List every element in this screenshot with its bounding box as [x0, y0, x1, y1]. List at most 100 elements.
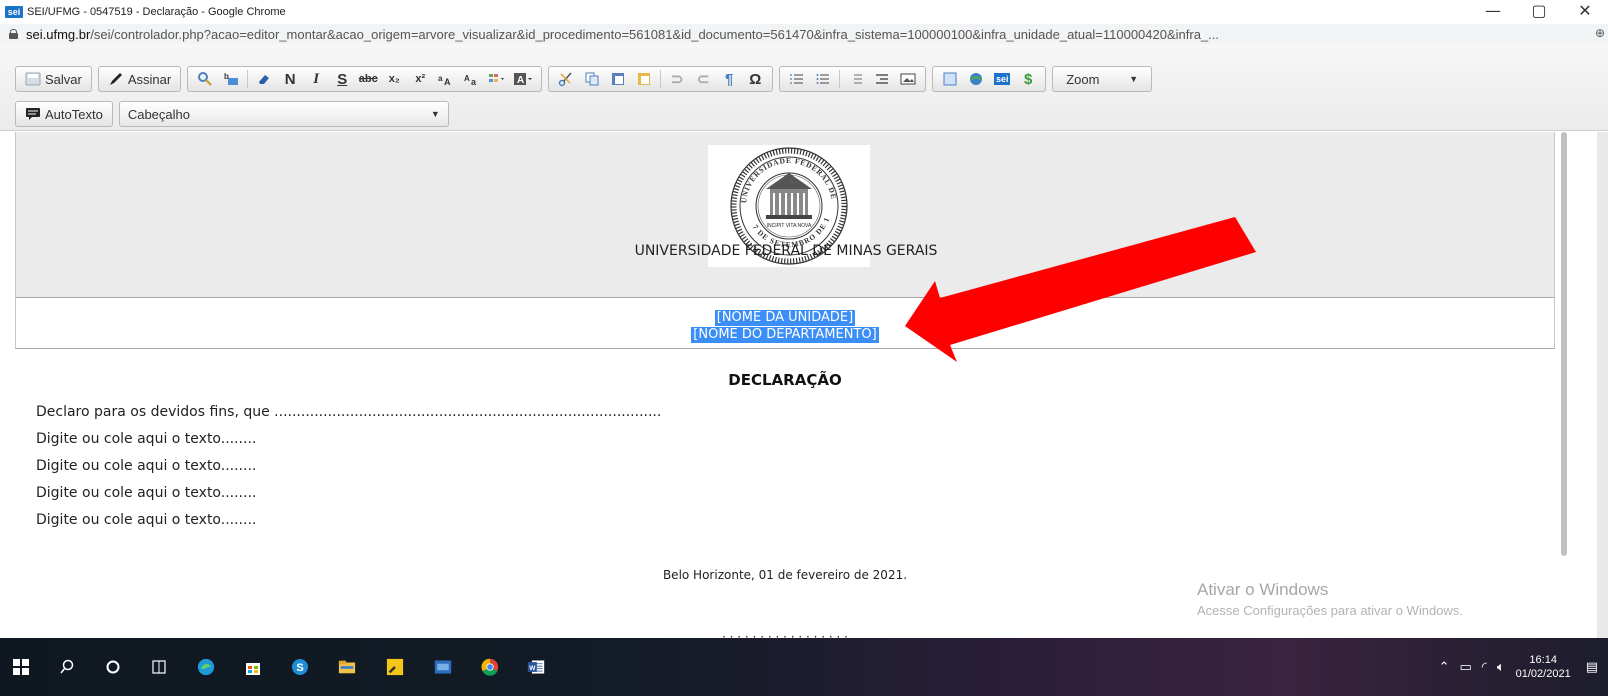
declaration-first-line[interactable]: Declaro para os devidos fins, que ......… [36, 404, 661, 420]
search-icon[interactable] [58, 658, 76, 676]
url-text[interactable]: sei.ufmg.br/sei/controlador.php?acao=edi… [26, 27, 1219, 42]
unit-placeholder[interactable]: [NOME DA UNIDADE] [714, 310, 856, 326]
body-line[interactable]: Digite ou cole aqui o texto........ [36, 512, 256, 528]
save-icon [25, 72, 41, 86]
sign-group: Assinar [97, 66, 182, 92]
svg-text:A: A [517, 75, 524, 86]
window-title: SEI/UFMG - 0547519 - Declaração - Google… [27, 6, 286, 18]
chrome-icon[interactable] [481, 658, 499, 676]
window-right-edge [1597, 132, 1608, 638]
editor-toolbar: Salvar Assinar b N I S abc x₂ x² aA Aa A [0, 44, 1608, 131]
uppercase-icon[interactable]: aA [433, 67, 459, 91]
save-label: Salvar [45, 71, 82, 87]
zoom-select[interactable]: Zoom ▼ [1057, 67, 1147, 91]
word-icon[interactable]: W [527, 658, 545, 676]
chevron-down-icon: ▼ [1129, 74, 1139, 84]
autotext-label: AutoTexto [45, 106, 103, 122]
paste-icon[interactable] [605, 67, 631, 91]
paste-text-icon[interactable] [631, 67, 657, 91]
lowercase-icon[interactable]: Aa [459, 67, 485, 91]
minimize-button[interactable]: — [1470, 0, 1516, 24]
signature-line-cutoff: · · · · · · · · · · · · · · · · · [722, 630, 848, 638]
zoom-label: Zoom [1066, 71, 1100, 87]
windows-start-icon[interactable] [12, 658, 30, 676]
document-header[interactable]: INCIPIT VITA NOVA UNIVERSIDADE FEDERAL D… [15, 132, 1555, 298]
declaration-title: DECLARAÇÃO [728, 371, 842, 389]
screenshot-root: { "window": { "title": "SEI/UFMG - 05475… [0, 0, 1608, 696]
numbered-list-icon[interactable] [784, 67, 810, 91]
watermark-line1: Ativar o Windows [1197, 580, 1329, 599]
dollar-button[interactable]: $ [1015, 67, 1041, 91]
svg-text:a: a [471, 77, 477, 87]
system-tray: ⌃ ▭ ◜ 🔈︎ 16:14 01/02/2021 ▤ [1434, 652, 1608, 682]
italic-button[interactable]: I [303, 67, 329, 91]
text-color-icon[interactable]: A [511, 67, 537, 91]
save-button[interactable]: Salvar [20, 67, 87, 91]
toolbar-separator [660, 70, 662, 88]
replace-icon[interactable]: b [218, 67, 244, 91]
extension-icon[interactable]: ⊕ [1595, 26, 1605, 40]
university-name: UNIVERSIDADE FEDERAL DE MINAS GERAIS [634, 243, 938, 259]
file-explorer-icon[interactable] [338, 658, 356, 676]
undo-icon[interactable]: ⊃ [664, 67, 690, 91]
window-controls: — ▢ ✕ [1470, 0, 1608, 24]
bold-button[interactable]: N [277, 67, 303, 91]
url-path: /sei/controlador.php?acao=editor_montar&… [90, 26, 1219, 42]
document-page[interactable]: INCIPIT VITA NOVA UNIVERSIDADE FEDERAL D… [15, 132, 1555, 638]
sign-button[interactable]: Assinar [103, 67, 176, 91]
sei-app-icon[interactable] [434, 658, 452, 676]
cortana-icon[interactable] [104, 658, 122, 676]
pen-icon [109, 73, 122, 85]
subscript-button[interactable]: x₂ [381, 67, 407, 91]
sticky-notes-icon[interactable] [386, 658, 404, 676]
vertical-scrollbar[interactable] [1561, 132, 1567, 556]
indent-icon[interactable] [869, 67, 895, 91]
toolbar-row-1: Salvar Assinar b N I S abc x₂ x² aA Aa A [15, 64, 1158, 94]
department-placeholder[interactable]: [NOME DO DEPARTAMENTO] [691, 327, 879, 343]
battery-icon[interactable]: ▭ [1459, 660, 1471, 675]
table-insert-icon[interactable] [937, 67, 963, 91]
outdent-icon[interactable] [843, 67, 869, 91]
toolbar-separator [839, 70, 841, 88]
eraser-icon[interactable] [251, 67, 277, 91]
autotext-button[interactable]: AutoTexto [20, 102, 108, 126]
toolbar-separator [247, 70, 249, 88]
notifications-icon[interactable]: ▤ [1586, 660, 1598, 675]
task-view-icon[interactable] [150, 658, 168, 676]
strikethrough-button[interactable]: abc [355, 67, 381, 91]
edge-icon[interactable] [197, 658, 215, 676]
lock-icon[interactable] [9, 29, 18, 39]
chrome-title-bar: sei SEI/UFMG - 0547519 - Declaração - Go… [0, 0, 1608, 24]
sei-link-button[interactable]: sei [989, 67, 1015, 91]
close-button[interactable]: ✕ [1562, 0, 1608, 24]
copy-icon[interactable] [579, 67, 605, 91]
style-select-value: Cabeçalho [127, 106, 190, 122]
underline-strike-button[interactable]: S [329, 67, 355, 91]
cut-icon[interactable] [553, 67, 579, 91]
unit-header-box[interactable]: [NOME DA UNIDADE] [NOME DO DEPARTAMENTO] [15, 298, 1555, 349]
superscript-button[interactable]: x² [407, 67, 433, 91]
table-icon[interactable] [485, 67, 511, 91]
sei-group: sei $ [932, 66, 1047, 92]
toolbar-row-2: AutoTexto Cabeçalho ▼ [15, 99, 449, 129]
style-select[interactable]: Cabeçalho ▼ [118, 101, 449, 127]
bulleted-list-icon[interactable] [810, 67, 836, 91]
image-icon[interactable] [895, 67, 921, 91]
restore-button[interactable]: ▢ [1516, 0, 1562, 24]
wifi-icon[interactable]: ◜ [1482, 660, 1487, 675]
globe-link-icon[interactable] [963, 67, 989, 91]
skype-icon[interactable]: S [291, 658, 309, 676]
find-icon[interactable] [192, 67, 218, 91]
store-icon[interactable] [244, 658, 262, 676]
address-bar[interactable]: sei.ufmg.br/sei/controlador.php?acao=edi… [0, 24, 1608, 44]
body-line[interactable]: Digite ou cole aqui o texto........ [36, 458, 256, 474]
body-line[interactable]: Digite ou cole aqui o texto........ [36, 485, 256, 501]
editor-document-area[interactable]: INCIPIT VITA NOVA UNIVERSIDADE FEDERAL D… [0, 132, 1608, 638]
tray-clock[interactable]: 16:14 01/02/2021 [1516, 653, 1571, 681]
volume-icon[interactable]: 🔈︎ [1497, 660, 1505, 675]
body-line[interactable]: Digite ou cole aqui o texto........ [36, 431, 256, 447]
pilcrow-button[interactable]: ¶ [716, 67, 742, 91]
chevron-up-icon[interactable]: ⌃ [1439, 660, 1450, 675]
redo-icon[interactable]: ⊂ [690, 67, 716, 91]
special-char-button[interactable]: Ω [742, 67, 768, 91]
